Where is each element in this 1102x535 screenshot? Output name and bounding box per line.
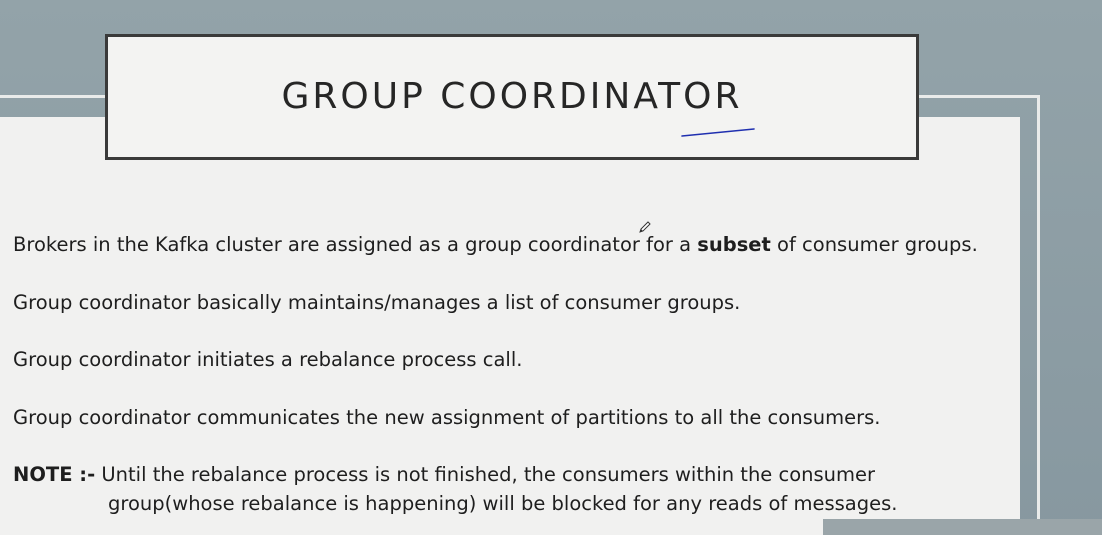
bullet-maintains: Group coordinator basically maintains/ma… xyxy=(13,291,741,314)
pencil-icon xyxy=(639,221,651,233)
note-line-1: NOTE :- Until the rebalance process is n… xyxy=(13,463,875,486)
bullet-brokers-text-end: of consumer groups. xyxy=(770,233,978,256)
note-label: NOTE :- xyxy=(13,463,96,486)
slide-title: GROUP COORDINATOR xyxy=(281,76,743,117)
pen-annotation-underline xyxy=(681,128,755,137)
title-box: GROUP COORDINATOR xyxy=(105,34,919,160)
bullet-brokers-emphasis: subset xyxy=(697,233,771,256)
note-line-2: group(whose rebalance is happening) will… xyxy=(108,492,898,515)
note-text-1: Until the rebalance process is not finis… xyxy=(95,463,876,486)
bullet-communicates: Group coordinator communicates the new a… xyxy=(13,406,881,429)
bullet-brokers: Brokers in the Kafka cluster are assigne… xyxy=(13,233,978,256)
bullet-initiates: Group coordinator initiates a rebalance … xyxy=(13,348,523,371)
bullet-brokers-text-start: Brokers in the Kafka cluster are assigne… xyxy=(13,233,698,256)
video-corner-overlay xyxy=(823,519,1102,535)
